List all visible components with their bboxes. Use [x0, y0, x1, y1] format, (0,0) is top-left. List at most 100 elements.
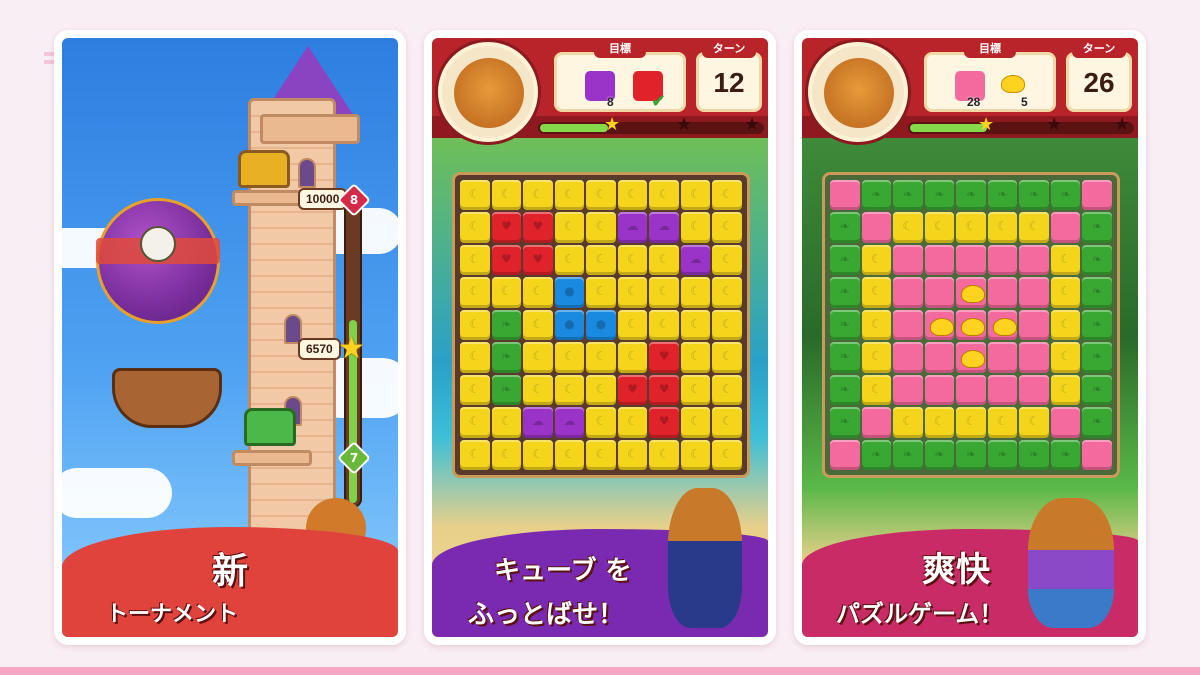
pink-cube[interactable]	[1019, 342, 1049, 373]
yellow-cube[interactable]: ☾	[861, 244, 892, 276]
green-cube[interactable]: ❧	[956, 180, 986, 211]
green-cube[interactable]: ❧	[830, 342, 860, 373]
pink-cube[interactable]	[861, 212, 892, 243]
yellow-cube[interactable]: ☾	[554, 342, 585, 373]
yellow-cube[interactable]: ☾	[523, 309, 553, 341]
yellow-cube[interactable]: ☾	[924, 407, 955, 438]
green-cube[interactable]: ❧	[830, 277, 860, 308]
yellow-cube[interactable]: ☾	[712, 180, 742, 211]
yellow-cube[interactable]: ☾	[523, 180, 553, 211]
yellow-cube[interactable]: ☾	[956, 212, 986, 243]
yellow-cube[interactable]: ☾	[460, 244, 490, 276]
pink-cube[interactable]	[924, 342, 955, 373]
yellow-cube[interactable]: ☾	[1050, 244, 1081, 276]
yellow-cube[interactable]: ☾	[617, 244, 648, 276]
yellow-cube[interactable]: ☾	[586, 407, 616, 438]
yellow-cube[interactable]: ☾	[1019, 212, 1049, 243]
yellow-cube[interactable]: ☾	[586, 342, 616, 373]
yellow-cube[interactable]: ☾	[712, 277, 742, 308]
red-cube[interactable]: ♥	[491, 244, 522, 276]
yellow-cube[interactable]: ☾	[712, 407, 742, 438]
yellow-cube[interactable]: ☾	[680, 212, 711, 243]
yellow-cube[interactable]: ☾	[554, 180, 585, 211]
yellow-cube[interactable]: ☾	[491, 407, 522, 438]
pink-cube[interactable]	[830, 439, 860, 470]
duck-cube[interactable]	[987, 309, 1018, 341]
yellow-cube[interactable]: ☾	[1050, 374, 1081, 406]
yellow-cube[interactable]: ☾	[460, 212, 490, 243]
pink-cube[interactable]	[1082, 180, 1112, 211]
red-cube[interactable]: ♥	[649, 407, 679, 438]
yellow-cube[interactable]: ☾	[987, 407, 1018, 438]
pink-cube[interactable]	[893, 374, 923, 406]
pink-cube[interactable]	[956, 374, 986, 406]
pink-cube[interactable]	[987, 342, 1018, 373]
pink-cube[interactable]	[1050, 212, 1081, 243]
red-cube[interactable]: ♥	[649, 374, 679, 406]
pink-cube[interactable]	[987, 277, 1018, 308]
pink-cube[interactable]	[893, 277, 923, 308]
yellow-cube[interactable]: ☾	[617, 407, 648, 438]
yellow-cube[interactable]: ☾	[649, 244, 679, 276]
red-cube[interactable]: ♥	[523, 212, 553, 243]
pink-cube[interactable]	[830, 180, 860, 211]
green-cube[interactable]: ❧	[1050, 180, 1081, 211]
yellow-cube[interactable]: ☾	[491, 277, 522, 308]
green-cube[interactable]: ❧	[1019, 180, 1049, 211]
green-cube[interactable]: ❧	[491, 309, 522, 341]
yellow-cube[interactable]: ☾	[680, 342, 711, 373]
pink-cube[interactable]	[1050, 407, 1081, 438]
green-cube[interactable]: ❧	[987, 180, 1018, 211]
yellow-cube[interactable]: ☾	[460, 407, 490, 438]
green-cube[interactable]: ❧	[830, 309, 860, 341]
blue-cube[interactable]: ●	[554, 309, 585, 341]
purple-cube[interactable]: ☁	[523, 407, 553, 438]
yellow-cube[interactable]: ☾	[712, 374, 742, 406]
yellow-cube[interactable]: ☾	[554, 244, 585, 276]
yellow-cube[interactable]: ☾	[523, 439, 553, 470]
yellow-cube[interactable]: ☾	[586, 439, 616, 470]
yellow-cube[interactable]: ☾	[523, 374, 553, 406]
green-cube[interactable]: ❧	[491, 374, 522, 406]
duck-cube[interactable]	[956, 342, 986, 373]
yellow-cube[interactable]: ☾	[491, 439, 522, 470]
pink-cube[interactable]	[1019, 374, 1049, 406]
green-cube[interactable]: ❧	[1050, 439, 1081, 470]
green-cube[interactable]: ❧	[1082, 374, 1112, 406]
yellow-cube[interactable]: ☾	[649, 309, 679, 341]
pink-cube[interactable]	[861, 407, 892, 438]
green-cube[interactable]: ❧	[830, 374, 860, 406]
yellow-cube[interactable]: ☾	[460, 277, 490, 308]
yellow-cube[interactable]: ☾	[586, 374, 616, 406]
yellow-cube[interactable]: ☾	[680, 439, 711, 470]
pink-cube[interactable]	[1019, 244, 1049, 276]
green-cube[interactable]: ❧	[861, 439, 892, 470]
green-cube[interactable]: ❧	[956, 439, 986, 470]
yellow-cube[interactable]: ☾	[680, 309, 711, 341]
duck-cube[interactable]	[956, 277, 986, 308]
yellow-cube[interactable]: ☾	[712, 309, 742, 341]
yellow-cube[interactable]: ☾	[460, 342, 490, 373]
yellow-cube[interactable]: ☾	[586, 212, 616, 243]
green-cube[interactable]: ❧	[491, 342, 522, 373]
green-cube[interactable]: ❧	[1082, 342, 1112, 373]
green-cube[interactable]: ❧	[1082, 244, 1112, 276]
duck-cube[interactable]	[924, 309, 955, 341]
yellow-cube[interactable]: ☾	[586, 244, 616, 276]
blue-cube[interactable]: ●	[554, 277, 585, 308]
yellow-cube[interactable]: ☾	[586, 277, 616, 308]
yellow-cube[interactable]: ☾	[491, 180, 522, 211]
yellow-cube[interactable]: ☾	[861, 342, 892, 373]
red-cube[interactable]: ♥	[617, 374, 648, 406]
yellow-cube[interactable]: ☾	[680, 180, 711, 211]
green-cube[interactable]: ❧	[1082, 407, 1112, 438]
pink-cube[interactable]	[1082, 439, 1112, 470]
green-cube[interactable]: ❧	[893, 439, 923, 470]
yellow-cube[interactable]: ☾	[712, 244, 742, 276]
yellow-cube[interactable]: ☾	[649, 439, 679, 470]
yellow-cube[interactable]: ☾	[649, 277, 679, 308]
green-cube[interactable]: ❧	[830, 244, 860, 276]
pink-cube[interactable]	[893, 244, 923, 276]
yellow-cube[interactable]: ☾	[1050, 342, 1081, 373]
yellow-cube[interactable]: ☾	[460, 180, 490, 211]
